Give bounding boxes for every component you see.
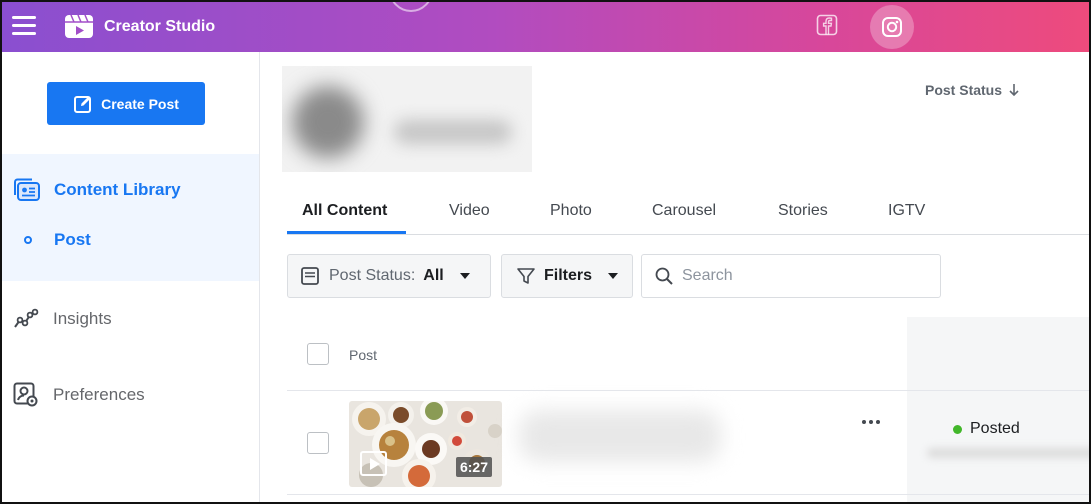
table-header: Post <box>287 317 1089 391</box>
post-status-dropdown[interactable]: Post Status: All <box>287 254 491 298</box>
decorative-circle <box>389 2 433 12</box>
facebook-icon[interactable] <box>816 14 840 40</box>
select-all-checkbox[interactable] <box>307 343 329 365</box>
content-library-icon <box>14 178 40 201</box>
tab-photo[interactable]: Photo <box>550 202 592 220</box>
app-window: Creator Studio Create Post Content Libra… <box>0 0 1091 504</box>
sidebar-item-label: Post <box>54 230 91 249</box>
content-tabs: All Content Video Photo Carousel Stories… <box>287 188 1089 235</box>
filters-dropdown[interactable]: Filters <box>501 254 633 298</box>
sidebar-item-insights[interactable]: Insights <box>13 307 112 331</box>
active-tab-indicator <box>287 231 406 234</box>
dot-icon <box>24 236 32 244</box>
sidebar-item-content-library[interactable]: Content Library <box>13 177 181 203</box>
tab-carousel[interactable]: Carousel <box>652 202 716 220</box>
sort-arrow-down-icon <box>1009 84 1019 97</box>
tab-igtv[interactable]: IGTV <box>888 202 925 220</box>
column-header-label: Post Status <box>925 82 1003 98</box>
hamburger-menu-icon[interactable] <box>12 16 36 36</box>
search-input[interactable] <box>682 267 922 285</box>
instagram-icon[interactable] <box>870 5 914 49</box>
preferences-icon <box>13 382 38 407</box>
play-icon <box>360 451 387 476</box>
status-list-icon <box>301 267 319 285</box>
post-status-label: Post Status: <box>329 267 416 284</box>
app-title: Creator Studio <box>104 18 216 35</box>
row-checkbox[interactable] <box>307 432 329 454</box>
chevron-down-icon <box>459 273 470 279</box>
insights-icon <box>14 308 39 328</box>
account-header-blurred <box>282 66 532 172</box>
sidebar-item-post[interactable]: Post <box>24 230 91 250</box>
sidebar-item-label: Content Library <box>54 180 181 199</box>
active-nav-section <box>2 154 259 281</box>
post-status-value: All <box>423 267 444 284</box>
status-badge: Posted <box>970 420 1020 437</box>
tab-video[interactable]: Video <box>449 202 490 220</box>
clapperboard-icon <box>64 14 94 39</box>
sidebar: Create Post Content Library Post Insight… <box>2 52 260 502</box>
status-date-blurred <box>927 448 1089 458</box>
sidebar-item-preferences[interactable]: Preferences <box>13 382 145 408</box>
table-row[interactable]: 6:27 Posted <box>287 392 1089 495</box>
top-bar: Creator Studio <box>2 2 1089 52</box>
filters-label: Filters <box>544 267 593 284</box>
filter-icon <box>517 268 535 284</box>
main-content: All Content Video Photo Carousel Stories… <box>260 52 1089 502</box>
post-title-blurred <box>519 410 721 462</box>
tab-stories[interactable]: Stories <box>778 202 828 220</box>
avatar <box>292 86 364 158</box>
compose-icon <box>74 95 92 113</box>
create-post-button[interactable]: Create Post <box>47 82 205 125</box>
chevron-down-icon <box>608 273 619 279</box>
post-status-cell: Posted <box>953 420 1020 438</box>
account-name-blurred <box>394 120 512 144</box>
search-box[interactable] <box>641 254 941 298</box>
video-duration: 6:27 <box>455 457 492 477</box>
search-icon <box>655 267 673 285</box>
sidebar-item-label: Preferences <box>53 385 145 404</box>
create-post-label: Create Post <box>101 95 179 112</box>
sidebar-item-label: Insights <box>53 309 112 328</box>
tab-all-content[interactable]: All Content <box>302 202 387 220</box>
more-options-icon[interactable] <box>862 420 880 424</box>
status-dot-icon <box>953 424 962 434</box>
column-header-post-status[interactable]: Post Status <box>925 82 1020 98</box>
post-thumbnail[interactable]: 6:27 <box>349 401 502 487</box>
column-header-post: Post <box>349 347 378 363</box>
